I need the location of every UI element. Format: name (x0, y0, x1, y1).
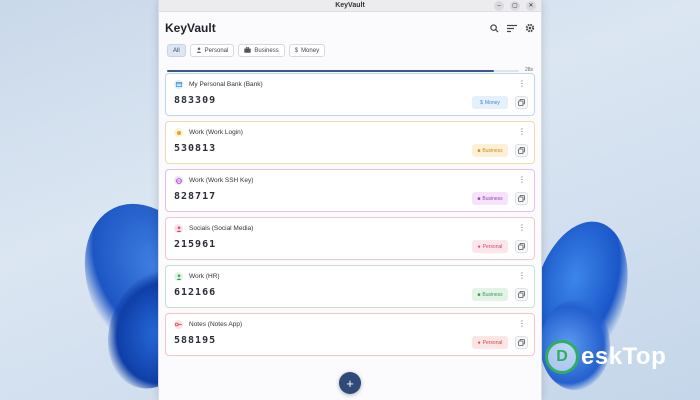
person-icon: ● (477, 243, 481, 250)
watermark-logo: D (545, 340, 579, 374)
filter-chip-label: Business (254, 47, 279, 54)
briefcase-icon: ■ (477, 147, 481, 154)
more-options-icon[interactable]: ⋮ (518, 272, 526, 280)
watermark-text: eskTop (581, 343, 667, 370)
titlebar: KeyVault – ▢ ✕ (159, 0, 541, 12)
category-tag-label: Business (482, 291, 503, 298)
entry-name: Work (HR) (189, 273, 220, 280)
entry-name: Socials (Social Media) (189, 225, 254, 232)
filter-chip-label: Personal (204, 47, 229, 54)
category-tag: ● Personal (472, 336, 508, 349)
entry-name: Work (Work SSH Key) (189, 177, 254, 184)
filter-chip-label: All (173, 47, 180, 54)
briefcase-icon: ■ (477, 291, 481, 298)
minimize-button[interactable]: – (494, 1, 504, 11)
category-tag-label: Business (482, 195, 503, 202)
category-tag: $ Money (472, 96, 508, 109)
app-title: KeyVault (165, 21, 216, 35)
person-icon (196, 47, 202, 55)
entry-header: Socials (Social Media) (174, 224, 526, 233)
entry-card[interactable]: Socials (Social Media) ⋮ 215961 ● Person… (165, 217, 535, 260)
entry-card[interactable]: Work (Work SSH Key) ⋮ 828717 ■ Business (165, 169, 535, 212)
more-options-icon[interactable]: ⋮ (518, 80, 526, 88)
copy-icon (518, 243, 525, 250)
add-entry-button[interactable]: + (339, 372, 361, 394)
copy-button[interactable] (515, 288, 528, 301)
more-options-icon[interactable]: ⋮ (518, 128, 526, 136)
app-window: KeyVault – ▢ ✕ KeyVault All Personal Bus… (158, 0, 542, 400)
search-icon[interactable] (489, 23, 499, 33)
person-icon (174, 224, 183, 233)
copy-icon (518, 339, 525, 346)
entry-card[interactable]: Work (HR) ⋮ 612166 ■ Business (165, 265, 535, 308)
plus-icon: + (346, 375, 354, 391)
more-options-icon[interactable]: ⋮ (518, 224, 526, 232)
copy-icon (518, 99, 525, 106)
entry-list: My Personal Bank (Bank) ⋮ 883309 $ Money… (165, 73, 535, 361)
timer-fill (167, 70, 495, 72)
more-options-icon[interactable]: ⋮ (518, 176, 526, 184)
filter-chips: All Personal Business $ Money (159, 38, 541, 57)
filter-chip-business[interactable]: Business (238, 44, 285, 57)
category-tag: ● Personal (472, 240, 508, 253)
entry-card[interactable]: Notes (Notes App) ⋮ 588195 ● Personal (165, 313, 535, 356)
entry-name: Notes (Notes App) (189, 321, 243, 328)
category-tag: ■ Business (472, 288, 508, 301)
category-tag-label: Personal (482, 339, 503, 346)
filter-chip-money[interactable]: $ Money (288, 44, 326, 57)
app-header: KeyVault (159, 12, 541, 38)
copy-button[interactable] (515, 336, 528, 349)
category-tag: ■ Business (472, 192, 508, 205)
copy-icon (518, 147, 525, 154)
timer-track (167, 70, 519, 72)
entry-header: Work (HR) (174, 272, 526, 281)
person-icon (174, 272, 183, 281)
entry-header: Work (Work SSH Key) (174, 176, 526, 185)
entry-name: My Personal Bank (Bank) (189, 81, 263, 88)
globe-icon (174, 176, 183, 185)
entry-card[interactable]: Work (Work Login) ⋮ 530813 ■ Business (165, 121, 535, 164)
filter-chip-all[interactable]: All (167, 44, 186, 57)
close-button[interactable]: ✕ (526, 1, 536, 11)
maximize-button[interactable]: ▢ (510, 1, 520, 11)
entry-header: Work (Work Login) (174, 128, 526, 137)
category-tag-label: Business (482, 147, 503, 154)
sort-icon[interactable] (507, 23, 517, 33)
card-icon (174, 80, 183, 89)
entry-header: My Personal Bank (Bank) (174, 80, 526, 89)
category-tag-label: Money (484, 99, 500, 106)
entry-card[interactable]: My Personal Bank (Bank) ⋮ 883309 $ Money (165, 73, 535, 116)
gear-icon[interactable] (525, 23, 535, 33)
key-icon (174, 320, 183, 329)
dollar-icon: $ (294, 47, 299, 54)
copy-button[interactable] (515, 96, 528, 109)
window-title: KeyVault (335, 2, 365, 9)
dollar-icon: $ (480, 99, 483, 106)
watermark: D eskTop (545, 340, 666, 374)
sun-icon (174, 128, 183, 137)
category-tag-label: Personal (482, 243, 503, 250)
entry-name: Work (Work Login) (189, 129, 243, 136)
filter-chip-label: Money (301, 47, 320, 54)
copy-button[interactable] (515, 144, 528, 157)
person-icon: ● (477, 339, 481, 346)
category-tag: ■ Business (472, 144, 508, 157)
copy-button[interactable] (515, 240, 528, 253)
copy-button[interactable] (515, 192, 528, 205)
entry-header: Notes (Notes App) (174, 320, 526, 329)
briefcase-icon: ■ (477, 195, 481, 202)
copy-icon (518, 195, 525, 202)
more-options-icon[interactable]: ⋮ (518, 320, 526, 328)
filter-chip-personal[interactable]: Personal (189, 44, 235, 57)
copy-icon (518, 291, 525, 298)
briefcase-icon (244, 46, 252, 55)
